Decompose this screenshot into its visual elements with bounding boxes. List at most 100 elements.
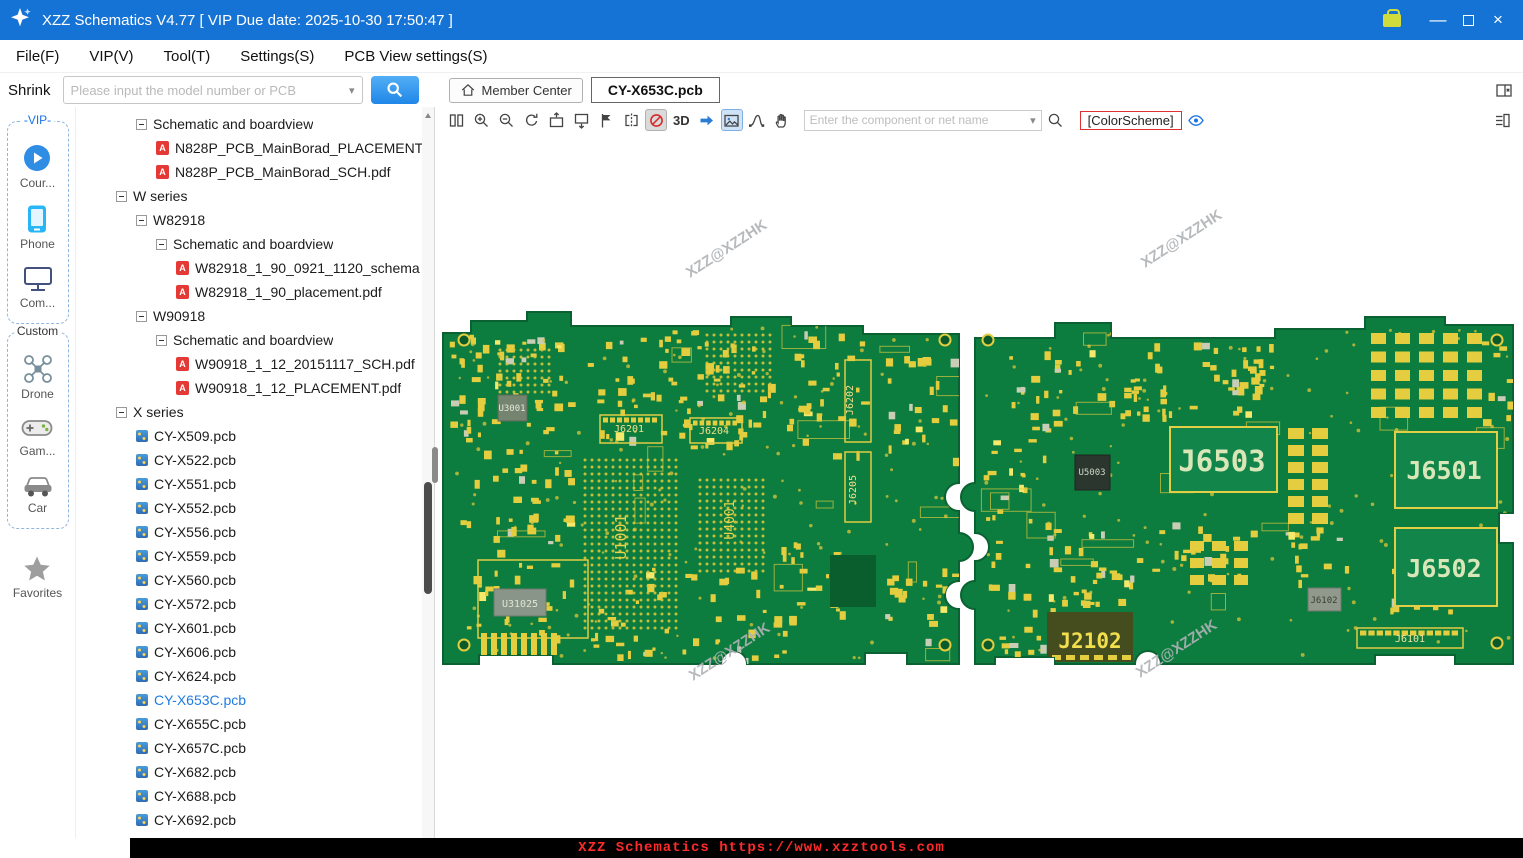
- tree-item[interactable]: N828P_PCB_MainBorad_PLACEMENT: [76, 136, 434, 160]
- maximize-button[interactable]: [1453, 6, 1483, 34]
- sidebar-item-game[interactable]: Gam...: [19, 415, 56, 458]
- custom-group-label: Custom: [13, 324, 62, 338]
- tree-item[interactable]: CY-X692.pcb: [76, 808, 434, 832]
- status-link[interactable]: XZZ Schematics https://www.xzztools.com: [0, 838, 1523, 858]
- menu-item-toolt[interactable]: Tool(T): [164, 48, 211, 65]
- svg-text:U5003: U5003: [1078, 468, 1105, 478]
- sidebar-item-label: Gam...: [19, 444, 56, 458]
- tree-item-label: N828P_PCB_MainBorad_SCH.pdf: [175, 164, 391, 180]
- collapse-icon[interactable]: [136, 310, 147, 322]
- menu-item-vipv[interactable]: VIP(V): [89, 48, 133, 65]
- tree-item[interactable]: CY-X522.pcb: [76, 448, 434, 472]
- arrow-select-icon[interactable]: [696, 109, 718, 131]
- tree-item-label: CY-X692.pcb: [154, 812, 236, 828]
- component-search-combobox[interactable]: ▾: [803, 109, 1042, 131]
- sidebar-item-car[interactable]: Car: [22, 472, 54, 515]
- sidebar-item-phone[interactable]: Phone: [20, 204, 55, 251]
- zoom-out-icon[interactable]: [495, 109, 517, 131]
- close-button[interactable]: ×: [1483, 6, 1513, 34]
- tree-item[interactable]: CY-X572.pcb: [76, 592, 434, 616]
- collapse-icon[interactable]: [136, 118, 147, 130]
- tree-item[interactable]: Schematic and boardview: [76, 112, 434, 136]
- tree-item[interactable]: CY-X560.pcb: [76, 568, 434, 592]
- tree-item[interactable]: Schematic and boardview: [76, 328, 434, 352]
- tree-item[interactable]: W82918_1_90_0921_1120_schema: [76, 256, 434, 280]
- sidebar-item-favorites[interactable]: Favorites: [13, 555, 62, 600]
- sidebar-item-computer[interactable]: Com...: [20, 265, 55, 310]
- tree-item[interactable]: CY-X601.pcb: [76, 616, 434, 640]
- tree-item[interactable]: W90918: [76, 304, 434, 328]
- tree-item[interactable]: CY-X559.pcb: [76, 544, 434, 568]
- view-3d-button[interactable]: 3D: [670, 113, 693, 128]
- collapse-icon[interactable]: [136, 214, 147, 226]
- pcb-canvas[interactable]: J6503 J6501 J6502 J2102 U1001 U4001 J6201 J6204…: [435, 133, 1523, 838]
- tree-item-label: W82918_1_90_placement.pdf: [195, 284, 382, 300]
- mirror-view-icon[interactable]: [620, 109, 642, 131]
- scroll-up-icon[interactable]: [425, 113, 431, 118]
- viewer-panel: 3D ▾ [ColorScheme] J6503 J6501 J6502 J2102 U…: [432, 107, 1523, 838]
- close-panel-icon[interactable]: [1495, 82, 1513, 99]
- shrink-button[interactable]: Shrink: [8, 82, 51, 99]
- tree-item[interactable]: X series: [76, 400, 434, 424]
- zoom-in-icon[interactable]: [470, 109, 492, 131]
- image-capture-icon[interactable]: [720, 109, 743, 131]
- tree-item[interactable]: CY-X606.pcb: [76, 640, 434, 664]
- tree-item[interactable]: Schematic and boardview: [76, 232, 434, 256]
- tree-item[interactable]: CY-X682.pcb: [76, 760, 434, 784]
- collapse-icon[interactable]: [116, 190, 127, 202]
- tree-item[interactable]: CY-X556.pcb: [76, 520, 434, 544]
- layers-panel-icon[interactable]: [1491, 109, 1513, 131]
- sidebar-item-course[interactable]: Cour...: [20, 143, 55, 190]
- chevron-down-icon[interactable]: ▾: [349, 84, 355, 97]
- collapse-icon[interactable]: [116, 406, 127, 418]
- flip-board-icon[interactable]: [645, 109, 667, 131]
- search-button[interactable]: [370, 76, 419, 104]
- model-search-combobox[interactable]: ▾: [62, 76, 363, 104]
- scrollbar-thumb[interactable]: [424, 482, 432, 594]
- menu-item-filef[interactable]: File(F): [16, 48, 59, 65]
- menu-item-settingss[interactable]: Settings(S): [240, 48, 314, 65]
- license-icon[interactable]: [1383, 8, 1401, 27]
- tree-item[interactable]: CY-X552.pcb: [76, 496, 434, 520]
- chevron-down-icon[interactable]: ▾: [1030, 114, 1036, 127]
- svg-text:J6101: J6101: [1395, 634, 1425, 645]
- pan-hand-icon[interactable]: [771, 109, 793, 131]
- panel-collapse-handle[interactable]: [432, 447, 438, 483]
- tree-item[interactable]: CY-X653C.pcb: [76, 688, 434, 712]
- refresh-icon[interactable]: [520, 109, 542, 131]
- tree-item[interactable]: CY-X688.pcb: [76, 784, 434, 808]
- curve-measure-icon[interactable]: [746, 109, 768, 131]
- eye-visibility-icon[interactable]: [1185, 109, 1207, 131]
- tree-item[interactable]: CY-X655C.pcb: [76, 712, 434, 736]
- tree-item[interactable]: N828P_PCB_MainBorad_SCH.pdf: [76, 160, 434, 184]
- board-bottom-view-icon[interactable]: [570, 109, 592, 131]
- tree-item[interactable]: CY-X657C.pcb: [76, 736, 434, 760]
- member-center-button[interactable]: Member Center: [448, 77, 583, 103]
- menu-item-pcbviewsettingss[interactable]: PCB View settings(S): [344, 48, 487, 65]
- tree-item[interactable]: W82918: [76, 208, 434, 232]
- pdf-icon: [176, 381, 189, 395]
- titlebar: XZZ Schematics V4.77 [ VIP Due date: 202…: [0, 0, 1523, 40]
- tree-item[interactable]: CY-X551.pcb: [76, 472, 434, 496]
- component-search-input[interactable]: [809, 113, 1027, 127]
- tree-item[interactable]: W series: [76, 184, 434, 208]
- minimize-button[interactable]: —: [1423, 6, 1453, 34]
- star-icon: [24, 556, 51, 581]
- pages-layout-icon[interactable]: [445, 109, 467, 131]
- tree-item[interactable]: CY-X624.pcb: [76, 664, 434, 688]
- collapse-icon[interactable]: [156, 238, 167, 250]
- main-area: -VIP- Cour... Phone Com... Custom Drone …: [0, 107, 1523, 838]
- tree-item[interactable]: CY-X509.pcb: [76, 424, 434, 448]
- tree-item-label: N828P_PCB_MainBorad_PLACEMENT: [175, 140, 424, 156]
- tree-item[interactable]: W90918_1_12_PLACEMENT.pdf: [76, 376, 434, 400]
- colorscheme-button[interactable]: [ColorScheme]: [1079, 110, 1182, 130]
- tab-cy-x653c-pcb[interactable]: CY-X653C.pcb: [590, 77, 720, 103]
- tree-item[interactable]: W82918_1_90_placement.pdf: [76, 280, 434, 304]
- board-top-view-icon[interactable]: [545, 109, 567, 131]
- tree-item[interactable]: W90918_1_12_20151117_SCH.pdf: [76, 352, 434, 376]
- flag-marker-icon[interactable]: [595, 109, 617, 131]
- collapse-icon[interactable]: [156, 334, 167, 346]
- sidebar-item-drone[interactable]: Drone: [21, 354, 54, 401]
- model-search-input[interactable]: [70, 82, 345, 98]
- component-search-icon[interactable]: [1045, 109, 1067, 131]
